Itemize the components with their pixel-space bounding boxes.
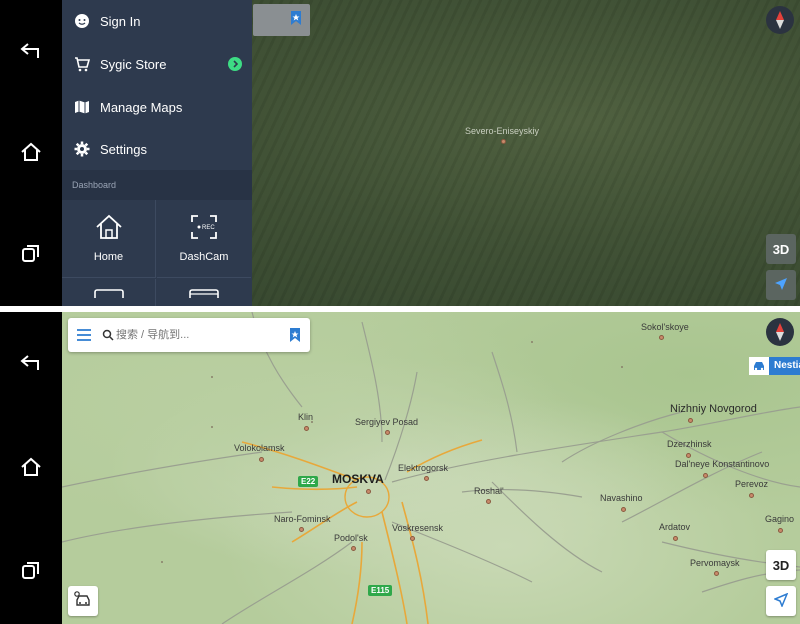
city-dot xyxy=(410,536,415,541)
navigation-arrow-icon xyxy=(774,277,788,294)
city-dot xyxy=(385,430,390,435)
city-dot xyxy=(659,335,664,340)
city-dot xyxy=(299,527,304,532)
city-label: Roshal' xyxy=(474,486,504,496)
city-label: Dzerzhinsk xyxy=(667,439,712,449)
chevron-right-icon xyxy=(228,57,242,71)
tile-partial[interactable] xyxy=(62,279,156,306)
menu-item-label: Sign In xyxy=(100,13,141,29)
city-dot xyxy=(688,418,693,423)
road-badge: E115 xyxy=(368,585,393,596)
menu-item-sign-in[interactable]: Sign In xyxy=(62,0,252,42)
bookmark-icon xyxy=(290,10,302,31)
city-label: Volokolamsk xyxy=(234,443,285,453)
city-label: Voskresensk xyxy=(392,523,444,533)
menu-item-sygic-store[interactable]: Sygic Store xyxy=(62,43,252,85)
city-label: Sergiyev Posad xyxy=(355,417,419,427)
bottom-screen: Sokol'skoye Nizhniy Novgorod Klin Sergiy… xyxy=(0,312,800,624)
city-label: Navashino xyxy=(600,493,643,503)
capital-label: MOSKVA xyxy=(332,472,384,486)
city-label: Nizhniy Novgorod xyxy=(670,403,757,415)
menu-item-label: Sygic Store xyxy=(100,56,167,72)
tile-dashcam[interactable]: REC DashCam xyxy=(157,200,251,278)
city-dot xyxy=(366,489,371,494)
city-dot xyxy=(749,493,754,498)
menu-item-manage-maps[interactable]: Manage Maps xyxy=(62,86,252,128)
dashcam-shortcut-button[interactable] xyxy=(68,586,98,616)
gear-icon xyxy=(64,141,100,157)
map-view[interactable]: Sokol'skoye Nizhniy Novgorod Klin Sergiy… xyxy=(62,312,800,624)
menu-item-settings[interactable]: Settings xyxy=(62,128,252,170)
city-label: Podol'sk xyxy=(334,533,368,543)
city-dot xyxy=(703,473,708,478)
compass-icon[interactable] xyxy=(766,6,794,34)
search-bar xyxy=(68,318,310,352)
menu-item-label: Settings xyxy=(100,141,147,157)
locate-me-button[interactable] xyxy=(766,270,796,300)
bookmark-icon[interactable] xyxy=(289,327,301,348)
tile-label: DashCam xyxy=(179,251,229,263)
cart-icon xyxy=(64,56,100,72)
city-dot xyxy=(673,536,678,541)
dashcam-icon: REC xyxy=(190,214,218,245)
home-icon[interactable] xyxy=(14,135,48,169)
city-label: Naro-Fominsk xyxy=(274,514,331,524)
toggle-3d-button[interactable]: 3D xyxy=(766,234,796,264)
favorites-button[interactable] xyxy=(253,4,310,36)
svg-text:REC: REC xyxy=(202,225,215,231)
system-nav-bar xyxy=(0,312,62,624)
city-dot xyxy=(714,571,719,576)
top-screen: Severo-Eniseyskiy Sign In Sygic Store Ma… xyxy=(0,0,800,306)
hamburger-menu-icon[interactable] xyxy=(68,329,100,341)
side-menu: Sign In Sygic Store Manage Maps Settings… xyxy=(62,0,252,306)
place-dot xyxy=(501,139,506,144)
city-dot xyxy=(778,528,783,533)
car-camera-icon xyxy=(73,590,93,612)
city-label: Gagino xyxy=(765,514,795,524)
city-label: Klin xyxy=(298,412,314,422)
city-dot xyxy=(424,476,429,481)
city-dot xyxy=(621,507,626,512)
section-title-dashboard: Dashboard xyxy=(62,170,252,200)
home-icon[interactable] xyxy=(14,450,48,484)
navigation-arrow-icon xyxy=(773,592,789,610)
compass-icon[interactable] xyxy=(766,318,794,346)
tile-home[interactable]: Home xyxy=(62,200,156,278)
city-dot xyxy=(304,426,309,431)
toggle-3d-button[interactable]: 3D xyxy=(766,550,796,580)
nearby-poi-flag[interactable]: Nestia xyxy=(749,357,800,375)
search-input[interactable] xyxy=(116,329,276,341)
face-icon xyxy=(64,13,100,29)
tile-partial[interactable] xyxy=(157,279,251,306)
city-dot xyxy=(259,457,264,462)
city-label: Pervomaysk xyxy=(690,558,740,568)
city-label: Perevoz xyxy=(735,479,769,489)
car-icon xyxy=(749,357,769,375)
back-icon[interactable] xyxy=(14,34,48,68)
city-label: Elektrogorsk xyxy=(398,463,449,473)
back-icon[interactable] xyxy=(14,346,48,380)
recents-icon[interactable] xyxy=(14,236,48,270)
locate-me-button[interactable] xyxy=(766,586,796,616)
home-icon xyxy=(95,214,123,245)
search-icon xyxy=(100,329,116,341)
city-dot xyxy=(486,499,491,504)
poi-label: Nestia xyxy=(769,357,800,375)
city-label: Sokol'skoye xyxy=(641,322,689,332)
system-nav-bar xyxy=(0,0,62,306)
city-label: Dal'neye Konstantinovo xyxy=(675,459,770,469)
menu-item-label: Manage Maps xyxy=(100,99,183,115)
city-dot xyxy=(351,546,356,551)
tile-label: Home xyxy=(93,251,124,263)
recents-icon[interactable] xyxy=(14,553,48,587)
city-dot xyxy=(686,453,691,458)
place-label: Severo-Eniseyskiy xyxy=(465,126,540,136)
map-icon xyxy=(64,99,100,115)
road-badge: E22 xyxy=(298,476,319,487)
city-label: Ardatov xyxy=(659,522,691,532)
